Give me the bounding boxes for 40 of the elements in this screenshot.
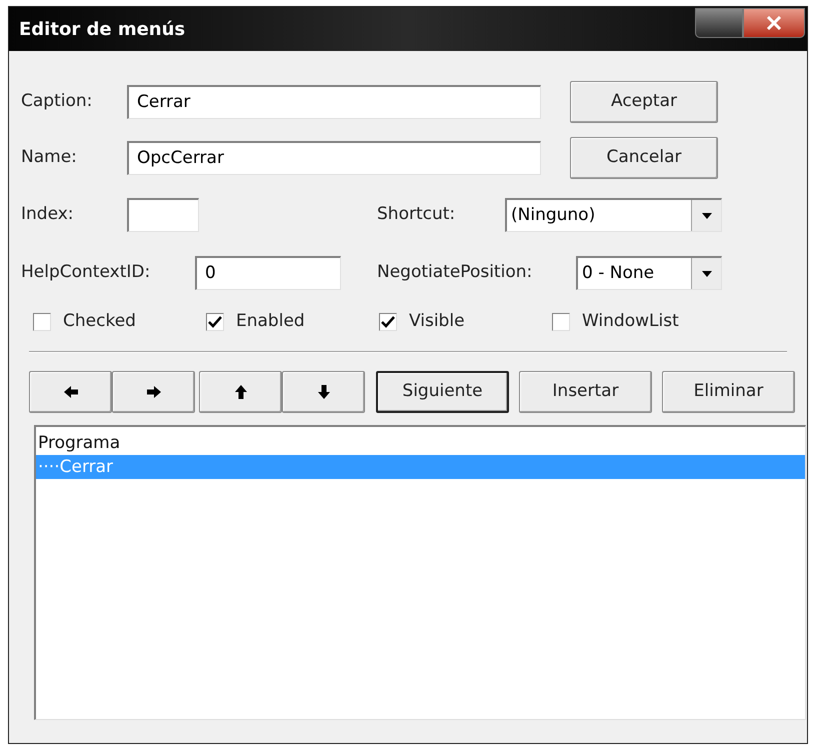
checkbox[interactable] (379, 313, 397, 331)
checkbox[interactable] (552, 313, 570, 331)
checkbox-label: Checked (63, 310, 136, 334)
arrow-button[interactable] (112, 371, 195, 413)
checkbox-label: Visible (409, 310, 465, 334)
arrow-button[interactable] (282, 371, 365, 413)
checkbox-label: Enabled (236, 310, 305, 334)
text-field[interactable]: OpcCerrar (127, 141, 541, 175)
accept-button[interactable]: Aceptar (570, 81, 718, 123)
field-label: Name: (21, 147, 77, 168)
text-field[interactable]: 0 (195, 256, 341, 290)
menu-list-item[interactable]: Programa (36, 431, 805, 455)
field-label: Caption: (21, 91, 92, 112)
dropdown[interactable]: (Ninguno) (505, 198, 722, 232)
action-button[interactable]: Eliminar (662, 371, 795, 413)
dropdown[interactable]: 0 - None (576, 256, 722, 290)
text-field[interactable]: Cerrar (127, 85, 541, 119)
close-icon (766, 16, 782, 30)
action-button[interactable]: Siguiente (376, 371, 509, 413)
checkmark-icon (381, 316, 395, 328)
checkbox[interactable] (206, 313, 224, 331)
dropdown-button[interactable] (691, 200, 721, 231)
checkbox-label: WindowList (582, 310, 679, 334)
field-label: NegotiatePosition: (377, 262, 532, 282)
caret-icon (702, 270, 712, 276)
field-label: HelpContextID: (21, 262, 150, 282)
window-title: Editor de menús (19, 18, 186, 42)
arrow-button[interactable] (199, 371, 282, 413)
text-field[interactable] (127, 198, 199, 232)
cancel-button[interactable]: Cancelar (570, 137, 718, 179)
action-button[interactable]: Insertar (519, 371, 652, 413)
checkmark-icon (208, 316, 222, 328)
caret-icon (702, 212, 712, 218)
dropdown-button[interactable] (691, 258, 721, 289)
field-label: Shortcut: (377, 204, 456, 224)
close-button[interactable] (743, 8, 805, 38)
checkbox[interactable] (33, 313, 51, 331)
minimize-button[interactable] (695, 8, 743, 38)
arrow-button[interactable] (29, 371, 112, 413)
field-label: Index: (21, 204, 74, 224)
